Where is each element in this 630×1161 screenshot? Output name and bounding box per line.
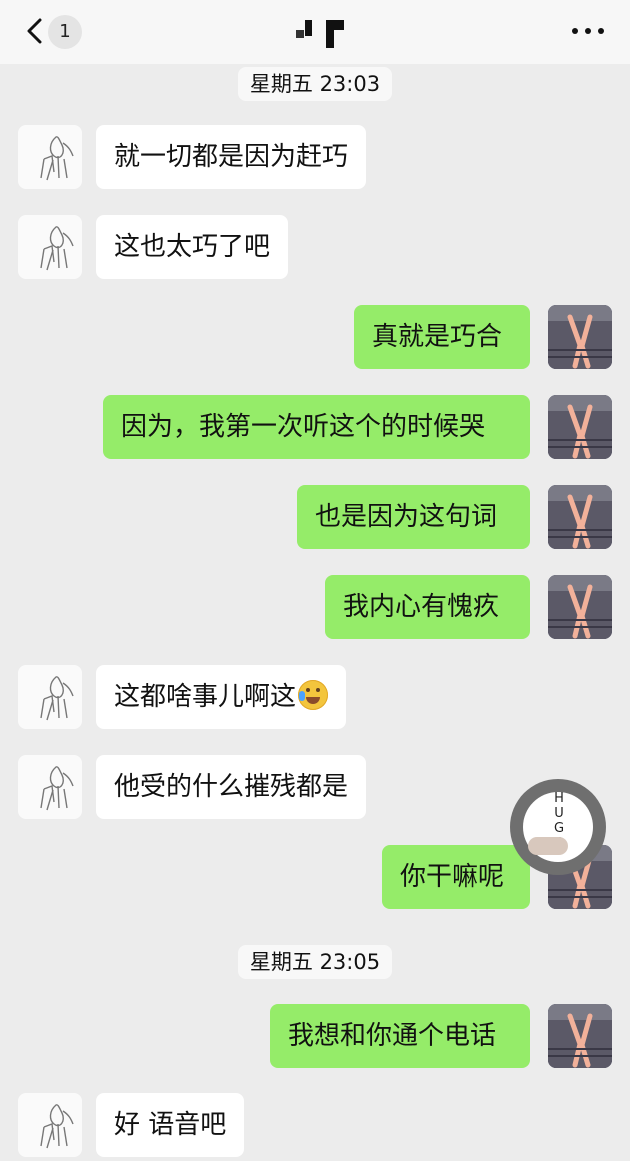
- chat-header: 1: [0, 0, 630, 64]
- contact-name-redacted: [296, 20, 344, 48]
- time-separator: 星期五 23:03: [238, 67, 392, 101]
- my-avatar[interactable]: [548, 305, 612, 369]
- laughing-crying-emoji-icon: [298, 679, 329, 710]
- chevron-left-icon: [27, 18, 42, 44]
- back-button[interactable]: 1: [22, 14, 86, 49]
- my-avatar[interactable]: [548, 1004, 612, 1068]
- sent-message-bubble[interactable]: 因为，我第一次听这个的时候哭: [103, 395, 530, 459]
- photo-avatar-icon: [548, 485, 612, 549]
- more-horizontal-icon: [572, 28, 578, 34]
- sketch-avatar-icon: [40, 226, 74, 271]
- contact-avatar[interactable]: [18, 755, 82, 819]
- my-avatar[interactable]: [548, 395, 612, 459]
- photo-avatar-icon: [548, 575, 612, 639]
- unread-count-badge: 1: [48, 15, 82, 49]
- sent-message-bubble[interactable]: 你干嘛呢: [382, 845, 530, 909]
- time-separator: 星期五 23:05: [238, 945, 392, 979]
- photo-avatar-icon: [548, 305, 612, 369]
- photo-avatar-icon: [548, 395, 612, 459]
- sent-message-bubble[interactable]: 我想和你通个电话: [270, 1004, 530, 1068]
- sketch-avatar-icon: [40, 1104, 74, 1149]
- sketch-avatar-icon: [40, 766, 74, 811]
- floating-sticker[interactable]: HUGO: [510, 779, 606, 875]
- contact-avatar[interactable]: [18, 125, 82, 189]
- photo-avatar-icon: [548, 1004, 612, 1068]
- chat-area[interactable]: 星期五 23:03 就一切都是因为赶巧 这也太巧了吧 真就是巧合 因为，我第一次…: [0, 64, 630, 1161]
- tear-icon: [299, 690, 306, 701]
- more-options-button[interactable]: [570, 22, 606, 40]
- received-message-bubble[interactable]: 就一切都是因为赶巧: [96, 125, 367, 189]
- mouth-icon: [306, 696, 321, 704]
- sketch-avatar-icon: [40, 676, 74, 721]
- my-avatar[interactable]: [548, 575, 612, 639]
- received-message-bubble[interactable]: 这也太巧了吧: [96, 215, 289, 279]
- my-avatar[interactable]: [548, 485, 612, 549]
- sent-message-bubble[interactable]: 我内心有愧疚: [325, 575, 530, 639]
- contact-avatar[interactable]: [18, 215, 82, 279]
- sketch-avatar-icon: [40, 136, 74, 181]
- sent-message-bubble[interactable]: 真就是巧合: [354, 305, 530, 369]
- sent-message-bubble[interactable]: 也是因为这句词: [297, 485, 530, 549]
- received-message-bubble[interactable]: 好 语音吧: [96, 1093, 245, 1157]
- received-message-bubble[interactable]: 他受的什么摧残都是: [96, 755, 367, 819]
- more-dot: [585, 28, 591, 34]
- sticker-hand-image: [528, 837, 568, 855]
- message-text: 这都啥事儿啊这: [114, 682, 297, 712]
- contact-avatar[interactable]: [18, 1093, 82, 1157]
- more-dot: [598, 28, 604, 34]
- contact-avatar[interactable]: [18, 665, 82, 729]
- received-message-bubble[interactable]: 这都啥事儿啊这: [96, 665, 347, 729]
